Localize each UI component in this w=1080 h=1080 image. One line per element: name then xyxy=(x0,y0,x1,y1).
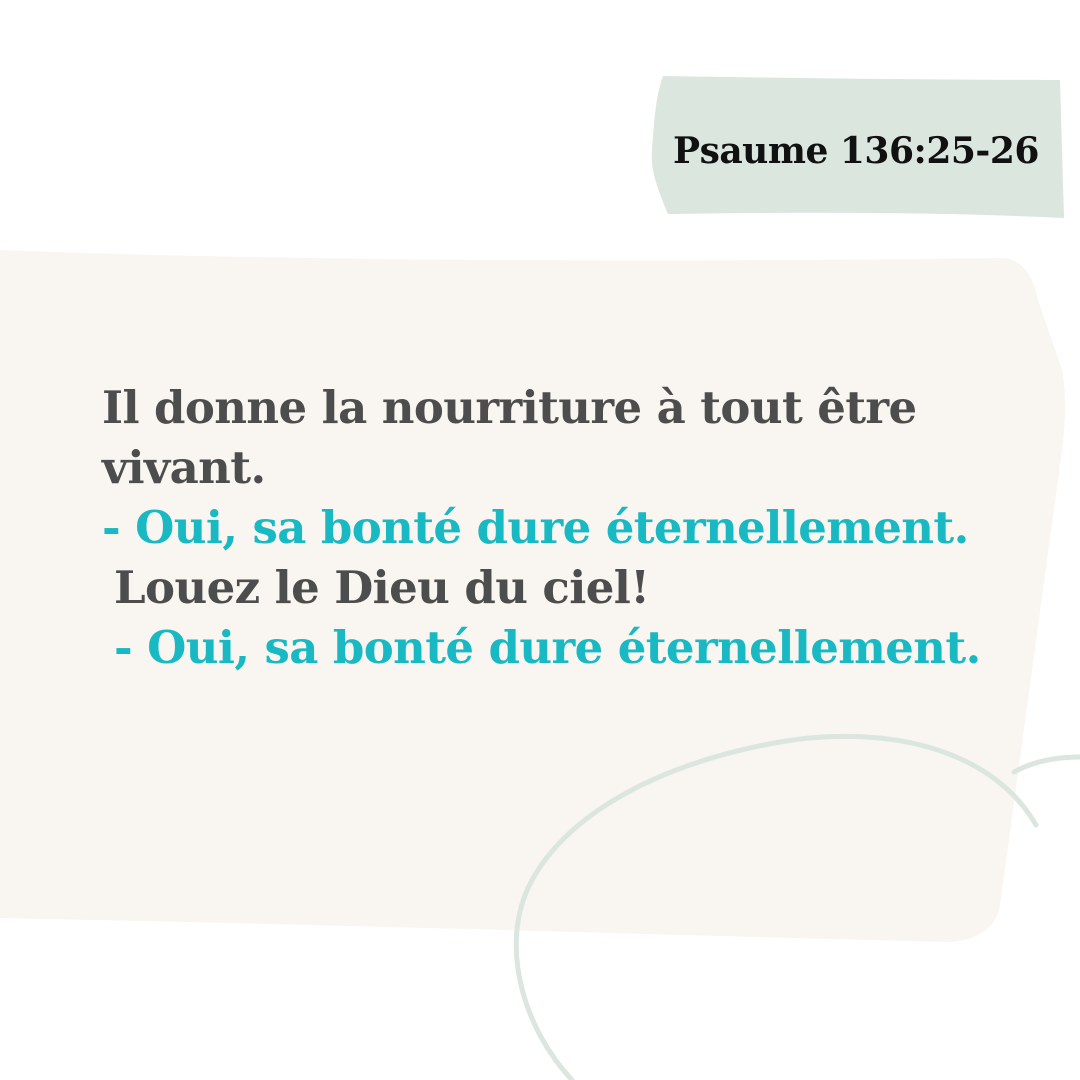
verse-text: Il donne la nourriture à tout être vivan… xyxy=(102,378,1022,678)
verse-response-1: - Oui, sa bonté dure éternellement. xyxy=(102,501,969,554)
scripture-reference: Psaume 136:25-26 xyxy=(673,130,1039,172)
verse-card: Psaume 136:25-26 Il donne la nourriture … xyxy=(0,0,1080,1080)
verse-line-1: Il donne la nourriture à tout être xyxy=(102,381,917,434)
verse-response-2: - Oui, sa bonté dure éternellement. xyxy=(114,621,981,674)
verse-line-3: Louez le Dieu du ciel! xyxy=(114,561,650,614)
decorative-swirl-tail xyxy=(1011,754,1080,775)
verse-line-2: vivant. xyxy=(102,441,266,494)
